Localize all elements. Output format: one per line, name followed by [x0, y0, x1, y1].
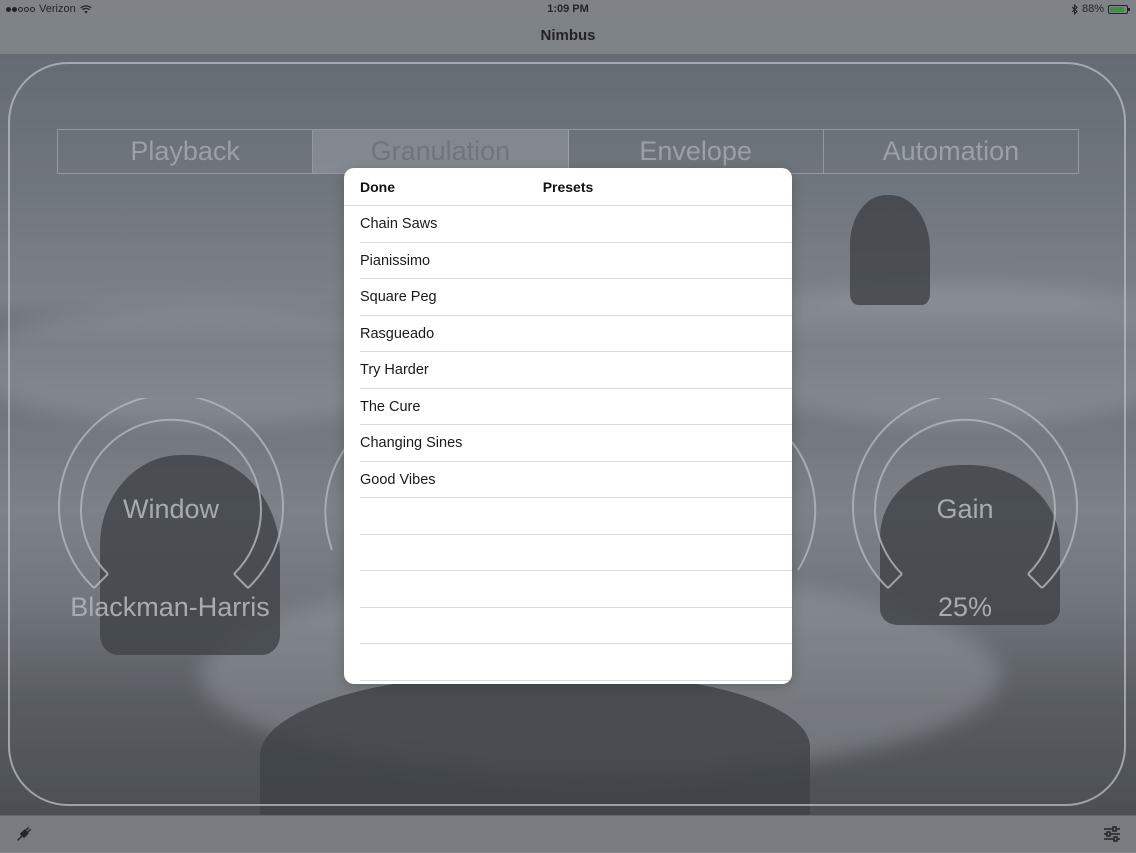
preset-row[interactable]: Good Vibes: [344, 462, 792, 499]
preset-row[interactable]: Try Harder: [344, 352, 792, 389]
preset-row[interactable]: Rasgueado: [344, 316, 792, 353]
presets-list: Chain Saws Pianissimo Square Peg Rasguea…: [344, 206, 792, 681]
presets-modal: Done Presets Chain Saws Pianissimo Squar…: [344, 168, 792, 684]
modal-title: Presets: [542, 179, 594, 195]
preset-row[interactable]: Changing Sines: [344, 425, 792, 462]
empty-row: [344, 608, 792, 645]
empty-row: [344, 571, 792, 608]
preset-row[interactable]: The Cure: [344, 389, 792, 426]
preset-row[interactable]: Square Peg: [344, 279, 792, 316]
empty-row: [344, 535, 792, 572]
modal-header: Done Presets: [344, 168, 792, 206]
preset-row[interactable]: Chain Saws: [344, 206, 792, 243]
empty-row: [344, 644, 792, 681]
empty-row: [344, 498, 792, 535]
preset-row[interactable]: Pianissimo: [344, 243, 792, 280]
